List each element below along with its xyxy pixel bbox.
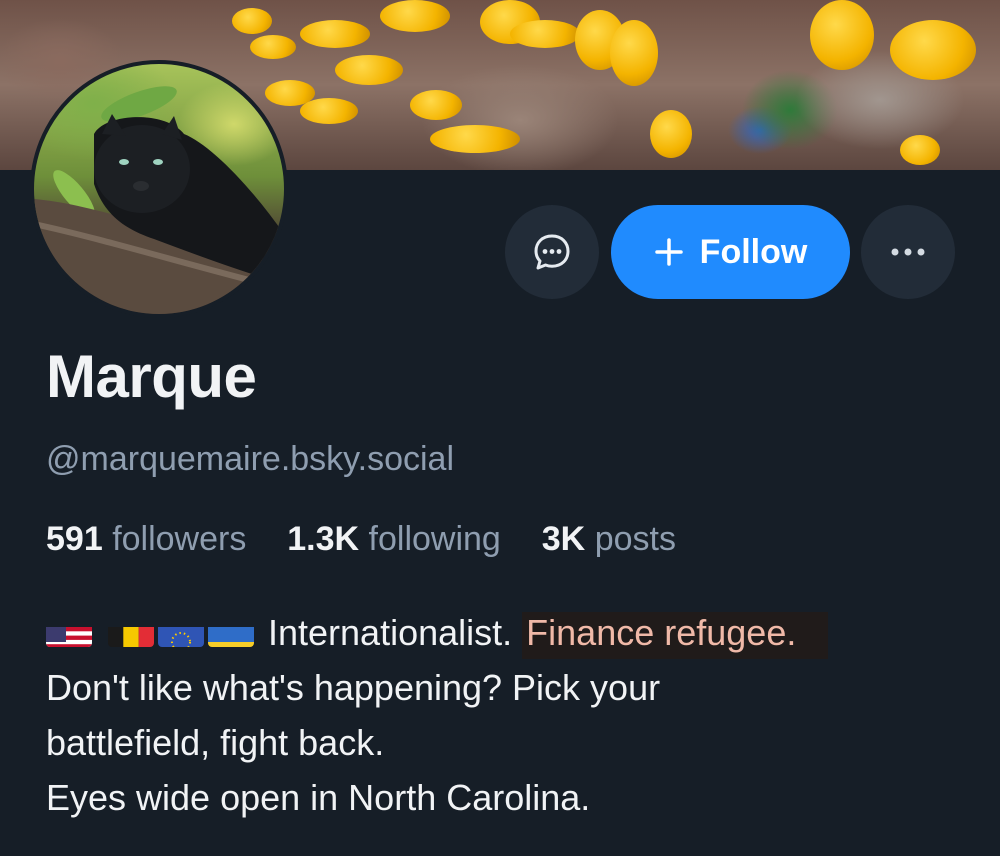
banner-decoration bbox=[300, 98, 358, 124]
profile-bio: Internationalist. Finance refugee. Don't… bbox=[46, 605, 976, 825]
bio-line-2: Don't like what's happening? Pick your bbox=[46, 667, 661, 708]
bio-highlighted-text: Finance refugee. bbox=[522, 612, 829, 659]
belgium-flag-icon bbox=[108, 617, 154, 647]
banner-decoration bbox=[900, 135, 940, 165]
posts-stat: 3K posts bbox=[542, 520, 676, 558]
banner-decoration bbox=[380, 0, 450, 32]
followers-label: followers bbox=[112, 520, 247, 558]
banner-decoration bbox=[610, 20, 658, 86]
message-button[interactable] bbox=[505, 205, 599, 299]
banner-decoration bbox=[510, 20, 580, 48]
follow-label: Follow bbox=[699, 232, 808, 271]
following-count: 1.3K bbox=[287, 520, 360, 558]
us-flag-icon bbox=[46, 617, 92, 647]
banner-decoration bbox=[410, 90, 462, 120]
more-options-button[interactable] bbox=[861, 205, 955, 299]
banner-decoration bbox=[335, 55, 403, 85]
bio-line-1-text: Internationalist. bbox=[268, 612, 513, 653]
followers-link[interactable]: 591 followers bbox=[46, 520, 256, 558]
plus-icon bbox=[654, 238, 683, 266]
follow-button[interactable]: Follow bbox=[611, 205, 850, 299]
avatar[interactable] bbox=[30, 60, 288, 318]
chat-bubble-icon bbox=[534, 234, 570, 270]
display-name: Marque bbox=[46, 343, 257, 410]
profile-handle: @marquemaire.bsky.social bbox=[46, 440, 455, 478]
bio-line-3: battlefield, fight back. bbox=[46, 722, 385, 763]
following-label: following bbox=[368, 520, 501, 558]
profile-stats: 591 followers 1.3K following 3K posts bbox=[46, 520, 676, 559]
banner-decoration bbox=[250, 35, 296, 59]
bio-line-1: Internationalist. Finance refugee. bbox=[46, 605, 976, 660]
posts-label: posts bbox=[594, 520, 676, 558]
flag-emojis bbox=[46, 617, 254, 647]
banner-decoration bbox=[430, 125, 520, 153]
followers-count: 591 bbox=[46, 520, 103, 558]
posts-count: 3K bbox=[541, 520, 586, 558]
banner-decoration bbox=[232, 8, 272, 34]
eu-flag-icon bbox=[158, 617, 204, 647]
panther-avatar-image bbox=[34, 86, 284, 314]
following-link[interactable]: 1.3K following bbox=[287, 520, 510, 558]
banner-decoration bbox=[300, 20, 370, 48]
banner-decoration bbox=[650, 110, 692, 158]
banner-decoration bbox=[810, 0, 874, 70]
banner-decoration bbox=[890, 20, 976, 80]
bio-line-4: Eyes wide open in North Carolina. bbox=[46, 777, 591, 818]
ukraine-flag-icon bbox=[208, 617, 254, 647]
ellipsis-icon bbox=[891, 248, 925, 256]
